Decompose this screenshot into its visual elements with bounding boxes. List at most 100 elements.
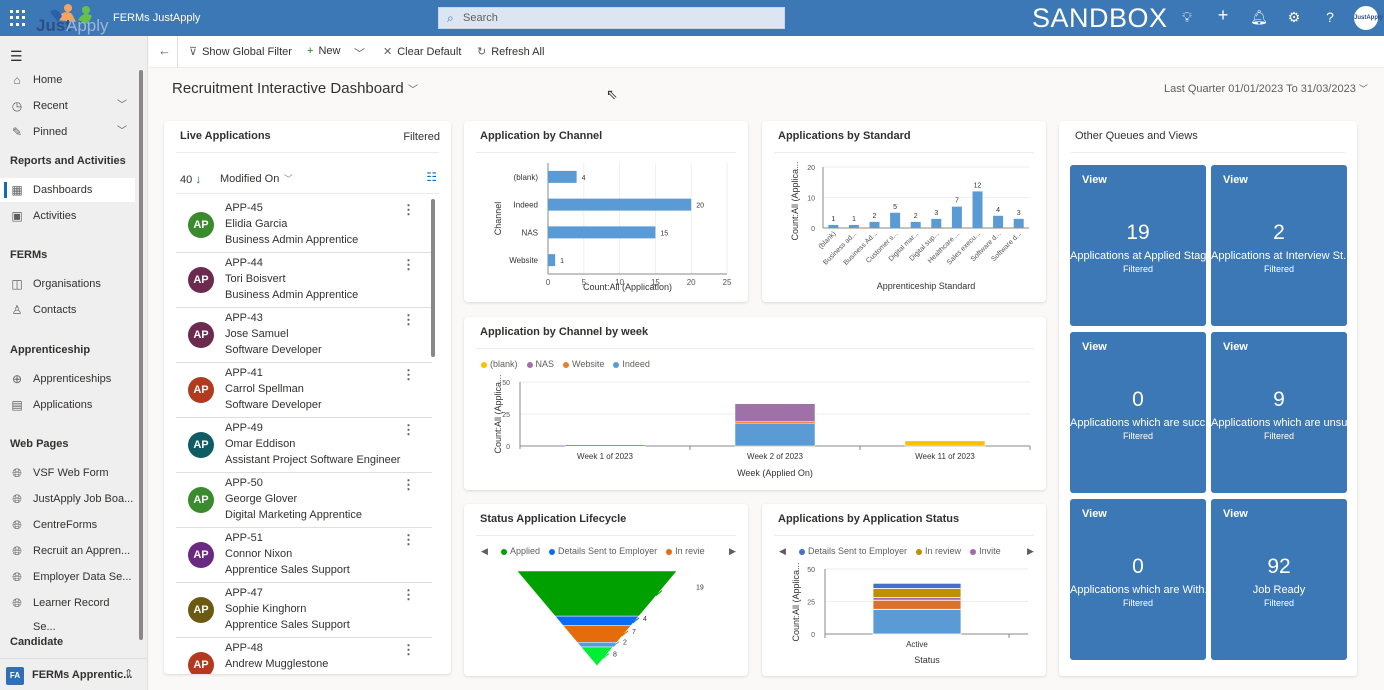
application-id[interactable]: APP-47 (225, 587, 263, 599)
application-id[interactable]: APP-43 (225, 312, 263, 324)
application-id[interactable]: APP-50 (225, 477, 263, 489)
show-global-filter-button[interactable]: ⊽ Show Global Filter (189, 45, 292, 58)
sidebar-item-vsf-web-form[interactable]: 🌐︎ VSF Web Form (0, 461, 135, 485)
application-id[interactable]: APP-45 (225, 202, 263, 214)
funnel-segment (554, 615, 640, 626)
application-list-item[interactable]: AP APP-49 Omar Eddison Assistant Project… (176, 418, 432, 473)
plus-icon[interactable]: + (1214, 5, 1232, 26)
user-avatar[interactable]: JustApply (1354, 6, 1383, 30)
applicant-name: Connor Nixon (225, 548, 293, 560)
apprenticeship-role: Software Developer (225, 344, 322, 356)
sidebar-item-home[interactable]: ⌂ Home (0, 68, 135, 92)
sidebar-scrollbar[interactable] (139, 70, 143, 640)
refresh-all-button[interactable]: ↻ Refresh All (477, 45, 544, 58)
bar (951, 206, 962, 228)
sidebar-item-organisations[interactable]: ◫ Organisations (0, 272, 135, 296)
help-icon[interactable]: ? (1321, 9, 1339, 25)
search-placeholder: Search (463, 12, 498, 24)
search-input[interactable]: ⌕ Search (438, 7, 785, 29)
sidebar-item-recent[interactable]: ◷ Recent ﹀ (0, 94, 135, 118)
application-id[interactable]: APP-44 (225, 257, 263, 269)
application-id[interactable]: APP-41 (225, 367, 263, 379)
hamburger-menu-icon[interactable]: ☰ (10, 48, 23, 65)
application-id[interactable]: APP-49 (225, 422, 263, 434)
more-options-icon[interactable]: ⋮ (402, 642, 415, 658)
chevron-down-icon[interactable]: ﹀ (117, 120, 127, 144)
data-label: 4 (582, 175, 586, 182)
sidebar-item-employer-data-service[interactable]: 🌐︎ Employer Data Se... (0, 565, 135, 589)
applicant-name: Omar Eddison (225, 438, 296, 450)
more-options-icon[interactable]: ⋮ (402, 587, 415, 603)
sort-direction-button[interactable]: 40 ↓ (180, 172, 201, 186)
sidebar-item-learner-record-service[interactable]: 🌐︎ Learner Record Se... (0, 591, 135, 633)
more-options-icon[interactable]: ⋮ (402, 367, 415, 383)
application-list-item[interactable]: AP APP-45 Elidia Garcia Business Admin A… (176, 198, 432, 253)
queue-tile[interactable]: View 0 Applications which are succ... Fi… (1070, 332, 1206, 493)
dashboard-selector[interactable]: Recruitment Interactive Dashboard ﹀ (172, 80, 418, 97)
lightbulb-icon[interactable]: 💡︎ (1178, 9, 1196, 26)
app-name[interactable]: FERMs JustApply (113, 12, 200, 24)
sidebar-item-recruit-an-apprentice[interactable]: 🌐︎ Recruit an Appren... (0, 539, 135, 563)
sidebar-item-contacts[interactable]: ♙ Contacts (0, 298, 135, 322)
new-button[interactable]: + New (307, 45, 340, 57)
avatar: AP (188, 212, 214, 238)
refresh-icon: ↻ (477, 46, 487, 58)
date-range-selector[interactable]: Last Quarter 01/01/2023 To 31/03/2023 ﹀ (1164, 82, 1368, 95)
application-list-item[interactable]: AP APP-48 Andrew Mugglestone ⋮ (176, 638, 432, 674)
application-list-item[interactable]: AP APP-51 Connor Nixon Apprentice Sales … (176, 528, 432, 583)
application-list-item[interactable]: AP APP-47 Sophie Kinghorn Apprentice Sal… (176, 583, 432, 638)
sidebar-item-centreforms[interactable]: 🌐︎ CentreForms (0, 513, 135, 537)
more-options-icon[interactable]: ⋮ (402, 257, 415, 273)
new-dropdown-chevron-icon[interactable]: ﹀ (354, 45, 365, 61)
app-launcher-icon[interactable] (10, 10, 26, 26)
avatar: AP (188, 597, 214, 623)
chevron-down-icon[interactable]: ﹀ (117, 94, 127, 118)
bar (1013, 218, 1024, 228)
view-options-icon[interactable]: ☷ (426, 170, 437, 184)
application-id[interactable]: APP-48 (225, 642, 263, 654)
sidebar-item-label: Recent (33, 100, 68, 112)
sidebar-item-label: VSF Web Form (33, 467, 109, 479)
application-list-item[interactable]: AP APP-50 George Glover Digital Marketin… (176, 473, 432, 528)
application-list-item[interactable]: AP APP-44 Tori Boisvert Business Admin A… (176, 253, 432, 308)
sidebar-item-label: Employer Data Se... (33, 571, 132, 583)
more-options-icon[interactable]: ⋮ (402, 477, 415, 493)
y-tick-label: (blank) (514, 173, 539, 182)
clear-default-button[interactable]: ✕ Clear Default (383, 45, 461, 58)
sidebar-item-apprenticeships[interactable]: ⊕ Apprenticeships (0, 367, 135, 391)
sidebar-item-applications[interactable]: ▤ Applications (0, 393, 135, 417)
more-options-icon[interactable]: ⋮ (402, 312, 415, 328)
sidebar-item-justapply-job-board[interactable]: 🌐︎ JustApply Job Boa... (0, 487, 135, 511)
x-tick-label: 0 (546, 278, 551, 287)
y-tick-label: 20 (807, 165, 815, 172)
sidebar-item-label: Pinned (33, 126, 68, 138)
more-options-icon[interactable]: ⋮ (402, 532, 415, 548)
area-switcher[interactable]: FA FERMs Apprentic... ⇕ (0, 658, 148, 690)
more-options-icon[interactable]: ⋮ (402, 202, 415, 218)
bell-icon[interactable]: 🔔︎ (1250, 9, 1268, 26)
queue-tile[interactable]: View 9 Applications which are unsu... Fi… (1211, 332, 1347, 493)
application-list-item[interactable]: AP APP-43 Jose Samuel Software Developer… (176, 308, 432, 363)
area-initials: FA (6, 667, 24, 685)
sidebar-item-activities[interactable]: ▣ Activities (0, 204, 135, 228)
more-options-icon[interactable]: ⋮ (402, 422, 415, 438)
application-id[interactable]: APP-51 (225, 532, 263, 544)
applicant-name: Jose Samuel (225, 328, 289, 340)
gear-icon[interactable]: ⚙ (1285, 9, 1303, 26)
y-tick-label: 0 (811, 632, 815, 639)
sidebar-item-pinned[interactable]: ✎ Pinned ﹀ (0, 120, 135, 144)
back-arrow-icon[interactable]: ← (158, 43, 171, 58)
queue-tile[interactable]: View 19 Applications at Applied Stage Fi… (1070, 165, 1206, 326)
queue-tile[interactable]: View 2 Applications at Interview St... F… (1211, 165, 1347, 326)
queue-tile[interactable]: View 0 Applications which are With... Fi… (1070, 499, 1206, 660)
queue-tile[interactable]: View 92 Job Ready Filtered (1211, 499, 1347, 660)
bar (548, 254, 556, 267)
sort-field-dropdown[interactable]: Modified On ﹀ (220, 172, 293, 185)
globe-icon: 🌐︎ (12, 596, 22, 610)
channel-bar-chart: 0 5 10 15 20 254(blank)20Indeed15NAS1WebsiteC… (493, 163, 732, 292)
stacked-bar-segment (734, 403, 816, 422)
sidebar-item-dashboards[interactable]: ▦ Dashboards (0, 178, 135, 202)
application-list-item[interactable]: AP APP-41 Carrol Spellman Software Devel… (176, 363, 432, 418)
list-scrollbar[interactable] (431, 199, 435, 357)
dashboard-icon: ▦ (11, 183, 23, 197)
